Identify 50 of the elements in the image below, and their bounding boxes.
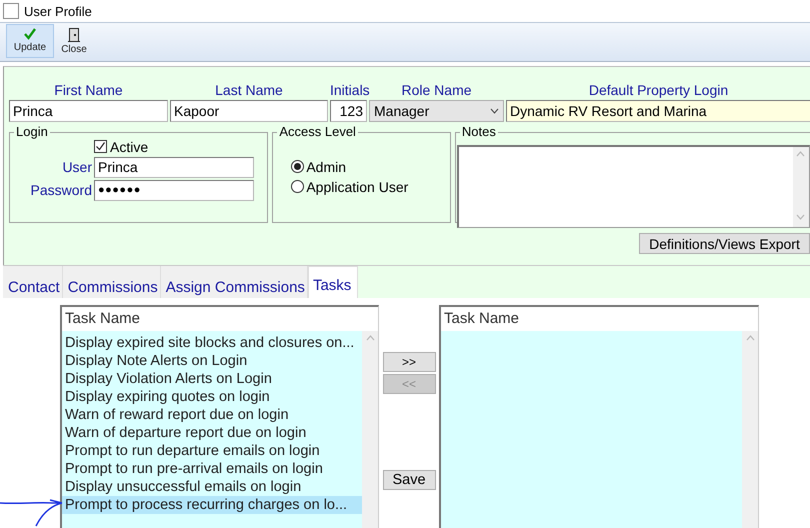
input-field[interactable]: Princa	[94, 156, 254, 178]
toolbar-button[interactable]: Update	[6, 24, 54, 58]
input-field[interactable]: Kapoor	[170, 100, 328, 122]
tab[interactable]: Tasks	[308, 266, 358, 298]
door-icon	[67, 27, 81, 43]
radio-button[interactable]	[291, 180, 304, 193]
list-item[interactable]: Prompt to run pre-arrival emails on login	[62, 460, 362, 478]
field-label: First Name	[53, 81, 124, 100]
list-item[interactable]: Display Note Alerts on Login	[62, 352, 362, 370]
group-title: Notes	[460, 126, 497, 138]
toolbar-button[interactable]: Close	[56, 24, 92, 58]
export-button[interactable]: Definitions/Views Export	[639, 233, 810, 254]
tab[interactable]: Assign Commissions	[160, 266, 308, 298]
list-item[interactable]: Display expired site blocks and closures on...	[62, 334, 362, 352]
move-right-button[interactable]: >>	[382, 352, 436, 372]
window-title: User Profile	[24, 4, 92, 18]
field-label: Password	[30, 182, 93, 198]
password-field[interactable]: ●●●●●●	[94, 180, 254, 200]
field-label: Role Name	[400, 81, 473, 100]
field-label: User	[61, 159, 93, 175]
checkbox-label: Active	[110, 138, 148, 154]
list-item[interactable]: Warn of departure report due on login	[62, 424, 362, 442]
list-item[interactable]: Display unsuccessful emails on login	[62, 478, 362, 496]
list-item[interactable]: Display expiring quotes on login	[62, 388, 362, 406]
checkbox[interactable]	[94, 140, 107, 153]
annotation-arrow	[0, 499, 63, 527]
list-item[interactable]: Prompt to run departure emails on login	[62, 442, 362, 460]
checkmark-icon	[23, 27, 37, 41]
radio-button[interactable]	[291, 160, 304, 173]
column-header: Task Name	[64, 309, 142, 329]
save-button[interactable]: Save	[382, 470, 436, 490]
group-title: Login	[15, 126, 49, 138]
input-field[interactable]: Dynamic RV Resort and Marina	[506, 100, 810, 122]
field-label: Default Property Login	[588, 81, 730, 100]
group-title: Access Level	[278, 126, 357, 138]
radio-label: Admin	[306, 158, 346, 174]
column-header: Task Name	[443, 309, 520, 329]
role-dropdown[interactable]: Manager	[369, 100, 504, 122]
radio-label: Application User	[306, 178, 408, 194]
input-field[interactable]: Princa	[9, 100, 168, 122]
tab[interactable]: Contact	[3, 266, 63, 298]
field-label: Initials	[330, 81, 367, 100]
list-item[interactable]: Prompt to process recurring charges on lo...	[62, 496, 362, 514]
list-item[interactable]: Display Violation Alerts on Login	[62, 370, 362, 388]
window-icon	[3, 3, 19, 19]
tab[interactable]: Commissions	[62, 266, 161, 298]
input-field[interactable]: 123	[330, 100, 367, 122]
chevron-down-icon	[490, 108, 499, 114]
field-label: Last Name	[214, 81, 284, 100]
list-item[interactable]: Warn of reward report due on login	[62, 406, 362, 424]
